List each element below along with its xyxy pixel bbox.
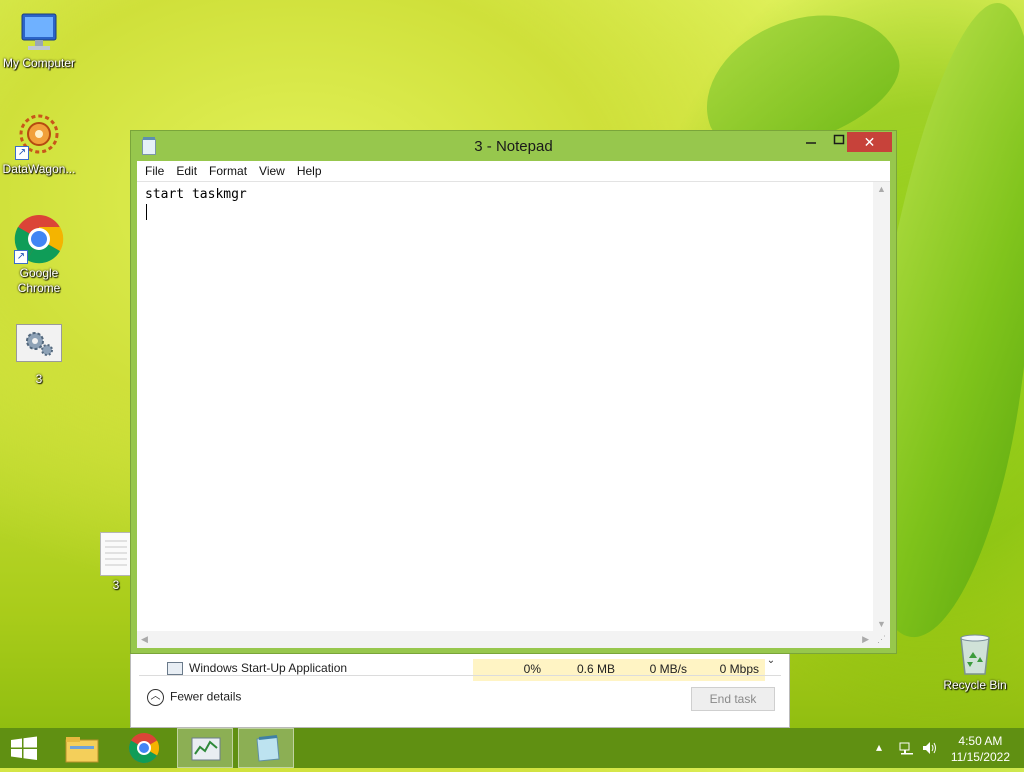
resize-grip-icon[interactable]: ⋰ (873, 631, 890, 648)
menu-format[interactable]: Format (203, 161, 253, 181)
menu-bar: File Edit Format View Help (137, 161, 890, 182)
memory-cell: 0.6 MB (547, 659, 621, 681)
start-button[interactable] (0, 728, 48, 768)
title-bar[interactable]: 3 - Notepad ✕ (131, 131, 896, 161)
editor-text: start taskmgr (145, 187, 247, 202)
cpu-cell: 0% (473, 659, 547, 681)
chrome-icon: ↗ (14, 214, 64, 264)
computer-icon (16, 10, 62, 54)
shortcut-arrow-icon: ↗ (14, 250, 28, 264)
scroll-right-arrow-icon[interactable]: ▶ (862, 634, 869, 645)
taskbar-notepad[interactable] (238, 728, 294, 768)
maximize-icon (833, 134, 845, 145)
desktop-icon-3-script[interactable]: 3 (0, 324, 79, 387)
system-clock[interactable]: 4:50 AM 11/15/2022 (951, 733, 1010, 765)
text-caret (146, 204, 147, 220)
close-button[interactable]: ✕ (847, 132, 892, 152)
application-icon (167, 662, 183, 675)
network-icon[interactable] (898, 740, 914, 759)
horizontal-scrollbar[interactable]: ◀ ▶ (137, 631, 873, 648)
gear-icon (16, 324, 62, 362)
text-file-icon (100, 532, 132, 576)
desktop-icon-label: My Computer (2, 56, 76, 70)
scroll-down-icon[interactable]: ⌄ (763, 655, 779, 675)
window-title: 3 - Notepad (474, 138, 553, 155)
volume-icon[interactable] (921, 740, 939, 759)
divider (139, 675, 781, 676)
notepad-window[interactable]: 3 - Notepad ✕ File Edit Format View Help sta… (130, 130, 897, 654)
menu-file[interactable]: File (137, 161, 170, 181)
close-icon: ✕ (863, 134, 876, 150)
clock-time: 4:50 AM (958, 734, 1003, 748)
network-cell: 0 Mbps (693, 659, 765, 681)
menu-view[interactable]: View (253, 161, 291, 181)
end-task-button[interactable]: End task (691, 687, 775, 711)
fewer-details-label: Fewer details (170, 689, 242, 704)
menu-help[interactable]: Help (291, 161, 328, 181)
minimize-icon (806, 142, 816, 144)
disk-cell: 0 MB/s (621, 659, 693, 681)
desktop-icon-datawagon[interactable]: ↗ DataWagon... (0, 112, 79, 177)
windows-logo-icon (11, 736, 37, 760)
desktop-icon-label: Recycle Bin (943, 678, 1007, 692)
menu-edit[interactable]: Edit (170, 161, 203, 181)
desktop-icon-label: 3 (112, 578, 120, 592)
process-name: Windows Start-Up Application (189, 661, 348, 675)
text-editor[interactable]: start taskmgr ▲ ▼ ◀ ▶ ⋰ (137, 182, 890, 648)
scroll-left-arrow-icon[interactable]: ◀ (141, 634, 148, 645)
chevron-up-icon: ︿ (147, 689, 164, 706)
folder-icon (65, 737, 99, 763)
recycle-bin-icon (957, 630, 993, 676)
task-manager-icon (191, 737, 221, 761)
scroll-down-arrow-icon[interactable]: ▼ (877, 619, 886, 629)
taskbar-task-manager[interactable] (177, 728, 233, 768)
shortcut-arrow-icon: ↗ (15, 146, 29, 160)
fewer-details-button[interactable]: ︿ Fewer details (147, 689, 241, 706)
scroll-up-arrow-icon[interactable]: ▲ (877, 184, 886, 194)
desktop-icon-google-chrome[interactable]: ↗ Google Chrome (0, 214, 79, 296)
datawagon-icon: ↗ (15, 112, 63, 160)
show-hidden-icons-icon[interactable]: ▴ (876, 740, 882, 754)
chrome-icon (128, 733, 160, 764)
taskbar: ▴ 4:50 AM 11/15/2022 (0, 728, 1024, 768)
desktop-icon-my-computer[interactable]: My Computer (0, 10, 79, 71)
clock-date: 11/15/2022 (950, 750, 1010, 764)
desktop-icon-label: DataWagon... (2, 162, 76, 176)
taskbar-chrome[interactable] (116, 728, 172, 768)
taskbar-file-explorer[interactable] (54, 728, 110, 768)
minimize-button[interactable] (797, 132, 825, 152)
vertical-scrollbar[interactable]: ▲ ▼ (873, 182, 890, 631)
notepad-icon (256, 735, 280, 762)
desktop-icon-label: Google Chrome (17, 266, 61, 295)
desktop-icon-label: 3 (35, 372, 43, 386)
desktop-icon-recycle-bin[interactable]: Recycle Bin (935, 630, 1015, 693)
